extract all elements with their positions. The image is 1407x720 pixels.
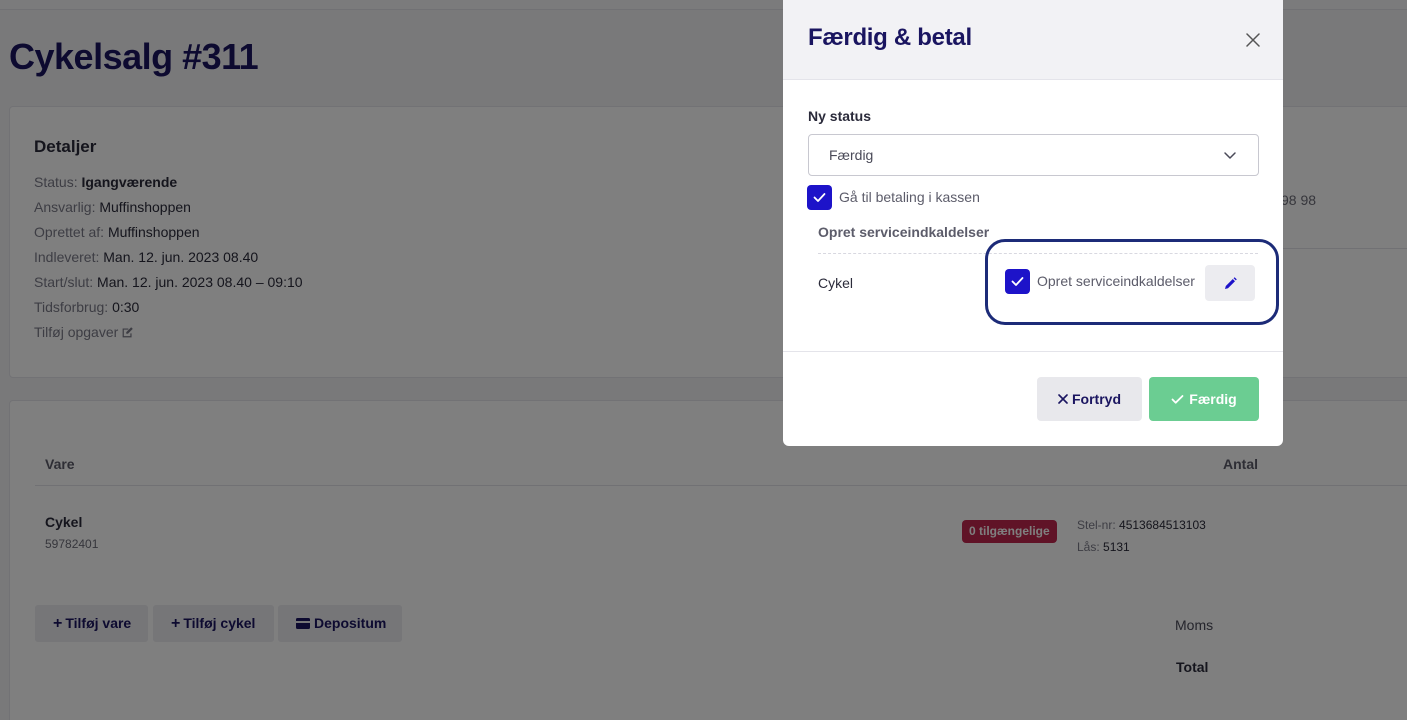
close-icon [1058,394,1068,404]
cancel-button[interactable]: Fortryd [1037,377,1142,421]
divider [783,351,1283,352]
status-select[interactable]: Færdig [808,134,1259,176]
check-icon [1171,394,1184,404]
edit-service-reminder-button[interactable] [1205,265,1255,301]
finish-and-pay-modal: Færdig & betal Ny status Færdig Gå til b… [783,0,1283,446]
status-label: Ny status [808,108,872,124]
check-icon [1011,277,1024,286]
pay-at-register-checkbox[interactable] [807,185,832,210]
create-service-reminder-checkbox[interactable] [1005,269,1030,294]
modal-title: Færdig & betal [808,24,972,51]
chevron-down-icon [1224,152,1236,159]
service-section-heading: Opret serviceindkaldelser [818,224,990,240]
pay-at-register-label[interactable]: Gå til betaling i kassen [839,189,980,205]
done-button[interactable]: Færdig [1149,377,1259,421]
create-service-reminder-label[interactable]: Opret serviceindkaldelser [1037,273,1195,289]
close-icon [1246,33,1260,47]
check-icon [813,193,826,202]
modal-header: Færdig & betal [783,0,1283,80]
service-item-name: Cykel [818,275,854,291]
pencil-icon [1224,276,1237,289]
status-select-value: Færdig [829,147,874,163]
close-button[interactable] [1243,30,1263,50]
